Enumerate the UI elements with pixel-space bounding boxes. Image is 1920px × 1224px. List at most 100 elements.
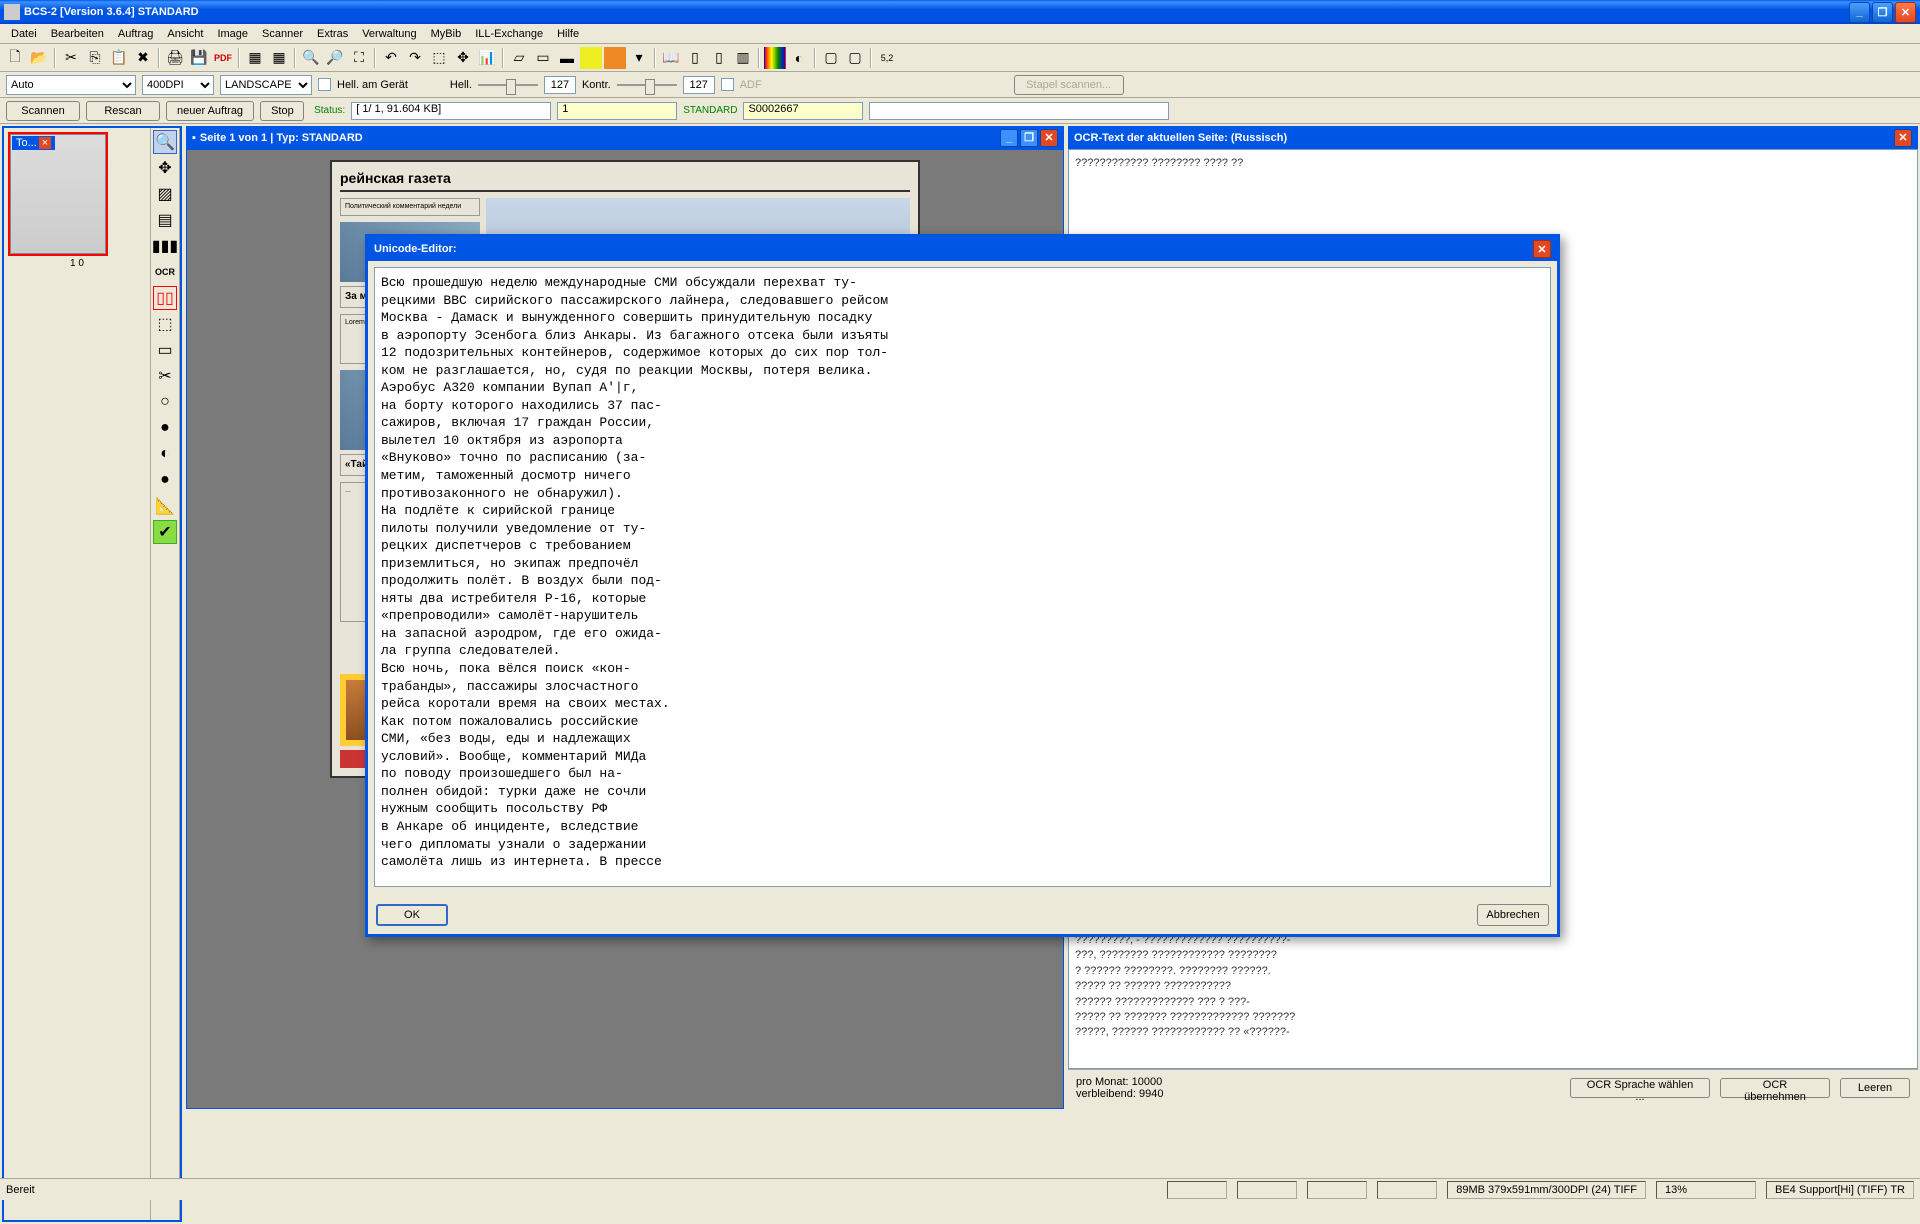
deskew-icon[interactable]: ▱ (508, 47, 530, 69)
measure-icon[interactable]: 📐 (153, 494, 177, 518)
open-icon[interactable]: 📂 (28, 47, 50, 69)
barcode-tool-icon[interactable]: ▮▮▮ (153, 234, 177, 258)
ocr-sprache-button[interactable]: OCR Sprache wählen ... (1570, 1078, 1710, 1098)
pdf-icon[interactable]: PDF (212, 47, 234, 69)
minimize-button[interactable]: _ (1849, 2, 1870, 23)
stop-button[interactable]: Stop (260, 101, 304, 121)
cut-icon[interactable]: ✂ (60, 47, 82, 69)
book-icon[interactable]: 📖 (660, 47, 682, 69)
rotate-left-icon[interactable]: ↶ (380, 47, 402, 69)
print-icon[interactable]: 🖨 (164, 47, 186, 69)
cancel-button[interactable]: Abbrechen (1477, 904, 1549, 926)
erase-tool-icon[interactable]: ▨ (153, 182, 177, 206)
rainbow-icon[interactable] (764, 47, 786, 69)
hell-geraet-checkbox[interactable] (318, 78, 331, 91)
thumb2-icon[interactable]: ▦ (268, 47, 290, 69)
crop-icon[interactable]: ⬚ (428, 47, 450, 69)
status-ready: Bereit (6, 1184, 35, 1196)
zoomout-icon[interactable]: 🔎 (324, 47, 346, 69)
color1-icon[interactable] (580, 47, 602, 69)
circle-tool-icon[interactable]: ○ (153, 390, 177, 414)
doc-maximize-icon[interactable]: ❐ (1020, 129, 1038, 147)
unicode-textarea[interactable] (374, 267, 1551, 887)
crop-tool-icon[interactable]: ⬚ (153, 312, 177, 336)
dialog-titlebar[interactable]: Unicode-Editor: ✕ (368, 237, 1557, 261)
mode-select[interactable]: Auto (6, 75, 136, 95)
tool-b-icon[interactable]: ▢ (844, 47, 866, 69)
save-icon[interactable]: 💾 (188, 47, 210, 69)
zoom-tool-icon[interactable]: 🔍 (153, 130, 177, 154)
menu-verwaltung[interactable]: Verwaltung (355, 26, 423, 42)
stapel-button[interactable]: Stapel scannen... (1014, 75, 1124, 95)
new-icon[interactable]: 🗋 (4, 47, 26, 69)
doc-close-icon[interactable]: ✕ (1040, 129, 1058, 147)
split-left-icon[interactable]: ▯▯ (153, 286, 177, 310)
menu-illexchange[interactable]: ILL-Exchange (468, 26, 550, 42)
ocr-close-icon[interactable]: ✕ (1894, 129, 1912, 147)
ocr-uebernehmen-button[interactable]: OCR übernehmen (1720, 1078, 1830, 1098)
dropdown-icon[interactable]: ▾ (628, 47, 650, 69)
menu-mybib[interactable]: MyBib (424, 26, 469, 42)
rescan-button[interactable]: Rescan (86, 101, 160, 121)
menu-ansicht[interactable]: Ansicht (160, 26, 210, 42)
neuer-auftrag-button[interactable]: neuer Auftrag (166, 101, 254, 121)
menu-hilfe[interactable]: Hilfe (550, 26, 586, 42)
thumb-close-icon[interactable]: × (39, 137, 51, 149)
ok-button[interactable]: OK (376, 904, 448, 926)
menu-scanner[interactable]: Scanner (255, 26, 310, 42)
select-tool-icon[interactable]: ▭ (153, 338, 177, 362)
ratio-icon[interactable]: 5,2 (876, 47, 898, 69)
color2-icon[interactable] (604, 47, 626, 69)
ocr-tool-icon[interactable]: OCR (153, 260, 177, 284)
menu-image[interactable]: Image (210, 26, 255, 42)
delete-icon[interactable]: ✖ (132, 47, 154, 69)
extra-field[interactable] (869, 102, 1169, 120)
move-icon[interactable]: ✥ (452, 47, 474, 69)
dialog-close-icon[interactable]: ✕ (1533, 240, 1551, 258)
dpi-select[interactable]: 400DPI (142, 75, 214, 95)
split-icon[interactable]: ▥ (732, 47, 754, 69)
page-thumbnail[interactable]: To...× (8, 132, 108, 256)
contrast-icon[interactable]: ◐ (153, 442, 177, 466)
fill-solid-icon[interactable]: ● (153, 468, 177, 492)
status-mem: 89MB 379x591mm/300DPI (24) TIFF (1447, 1181, 1646, 1199)
tool-a-icon[interactable]: ▢ (820, 47, 842, 69)
orient-select[interactable]: LANDSCAPE (220, 75, 312, 95)
page2-icon[interactable]: ▯ (708, 47, 730, 69)
scannen-button[interactable]: Scannen (6, 101, 80, 121)
pan-tool-icon[interactable]: ✥ (153, 156, 177, 180)
fill-black-icon[interactable]: ● (153, 416, 177, 440)
fit-icon[interactable]: ⛶ (348, 47, 370, 69)
thumb1-icon[interactable]: ▦ (244, 47, 266, 69)
histogram-icon[interactable]: 📊 (476, 47, 498, 69)
border-icon[interactable]: ▭ (532, 47, 554, 69)
maximize-button[interactable]: ❐ (1872, 2, 1893, 23)
page1-icon[interactable]: ▯ (684, 47, 706, 69)
ocr-text-top: ???????????? ???????? ???? ?? (1075, 156, 1911, 171)
hell-value[interactable]: 127 (544, 76, 576, 94)
adf-checkbox[interactable] (721, 78, 734, 91)
close-button[interactable]: ✕ (1895, 2, 1916, 23)
menu-bearbeiten[interactable]: Bearbeiten (44, 26, 111, 42)
ocr-verbleibend: verbleibend: 9940 (1076, 1088, 1163, 1100)
gray-icon[interactable]: ◐ (788, 47, 810, 69)
zoomin-icon[interactable]: 🔍 (300, 47, 322, 69)
standard-field[interactable]: S0002667 (743, 102, 863, 120)
copy-icon[interactable]: ⎘ (84, 47, 106, 69)
check-icon[interactable]: ✔ (153, 520, 177, 544)
menu-extras[interactable]: Extras (310, 26, 355, 42)
kontr-slider[interactable] (617, 75, 677, 95)
hell-geraet-label: Hell. am Gerät (337, 79, 408, 91)
menu-datei[interactable]: Datei (4, 26, 44, 42)
ocr-leeren-button[interactable]: Leeren (1840, 1078, 1910, 1098)
paste-icon[interactable]: 📋 (108, 47, 130, 69)
menu-auftrag[interactable]: Auftrag (111, 26, 160, 42)
kontr-value[interactable]: 127 (683, 76, 715, 94)
rotate-right-icon[interactable]: ↷ (404, 47, 426, 69)
mask-icon[interactable]: ▬ (556, 47, 578, 69)
doc-minimize-icon[interactable]: _ (1000, 129, 1018, 147)
hell-slider[interactable] (478, 75, 538, 95)
page-field[interactable]: 1 (557, 102, 677, 120)
mask-tool-icon[interactable]: ▤ (153, 208, 177, 232)
cut-tool-icon[interactable]: ✂ (153, 364, 177, 388)
